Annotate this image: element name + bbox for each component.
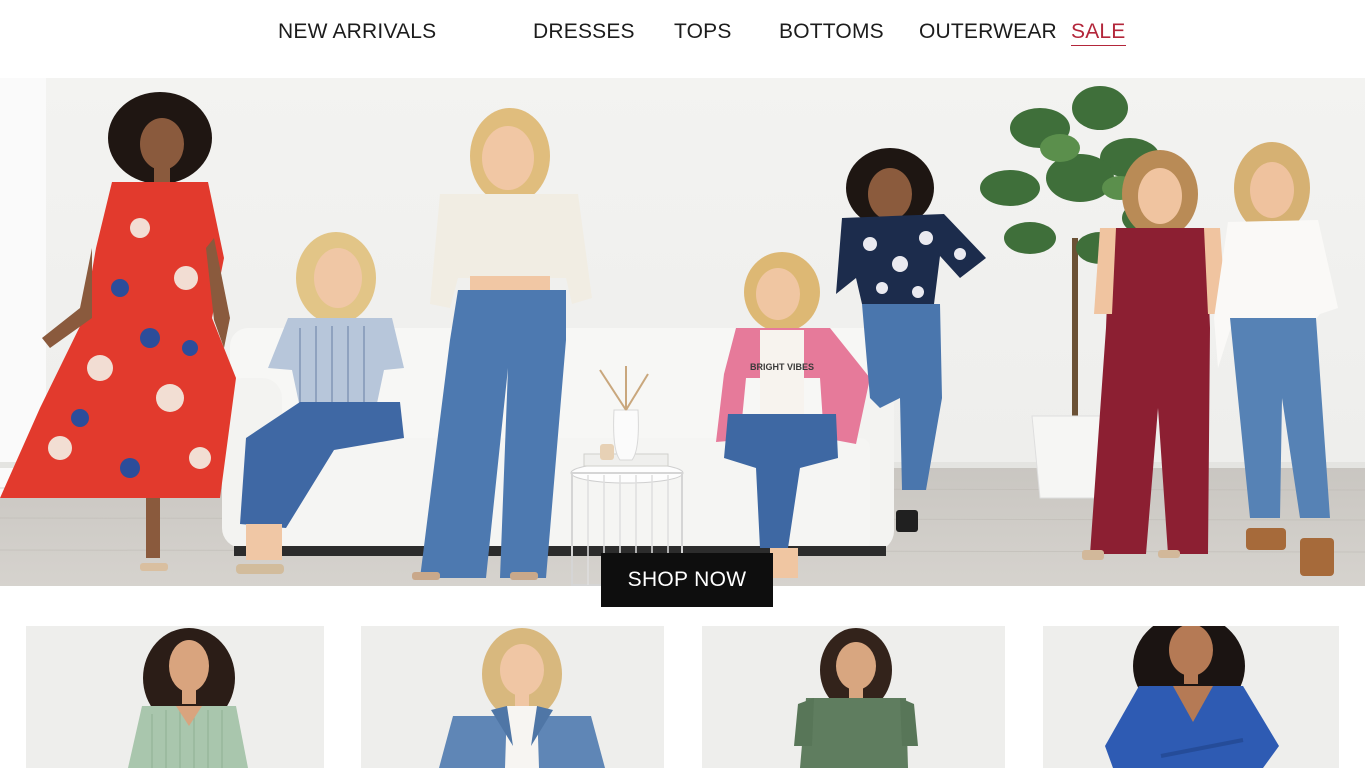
shop-now-button[interactable]: SHOP NOW [601, 553, 773, 607]
product-card-blue-wrap-dress[interactable] [1043, 626, 1339, 768]
nav-outerwear[interactable]: OUTERWEAR [919, 20, 1057, 44]
product-photo-blue-wrap-dress [1105, 626, 1279, 768]
nav-bottoms[interactable]: BOTTOMS [779, 20, 884, 44]
product-photo-denim-jacket [439, 628, 605, 768]
product-photo-green-tee [794, 628, 918, 768]
hero-banner[interactable]: BRIGHT VIBES [0, 78, 1365, 586]
nav-sale[interactable]: SALE [1071, 20, 1126, 46]
shirt-print: BRIGHT VIBES [750, 362, 814, 372]
hero-photo: BRIGHT VIBES [0, 78, 1365, 586]
nav-tops[interactable]: TOPS [674, 20, 732, 44]
product-card-sage-top[interactable] [26, 626, 324, 768]
top-navigation: NEW ARRIVALS DRESSES TOPS BOTTOMS OUTERW… [0, 0, 1365, 78]
model-burgundy-jumpsuit [1082, 150, 1226, 560]
nav-dresses[interactable]: DRESSES [533, 20, 635, 44]
nav-new-arrivals[interactable]: NEW ARRIVALS [278, 20, 436, 44]
product-card-green-tee[interactable] [702, 626, 1005, 768]
model-white-shirt [1214, 142, 1338, 576]
product-photo-sage-top [128, 628, 248, 768]
product-card-denim-jacket[interactable] [361, 626, 664, 768]
